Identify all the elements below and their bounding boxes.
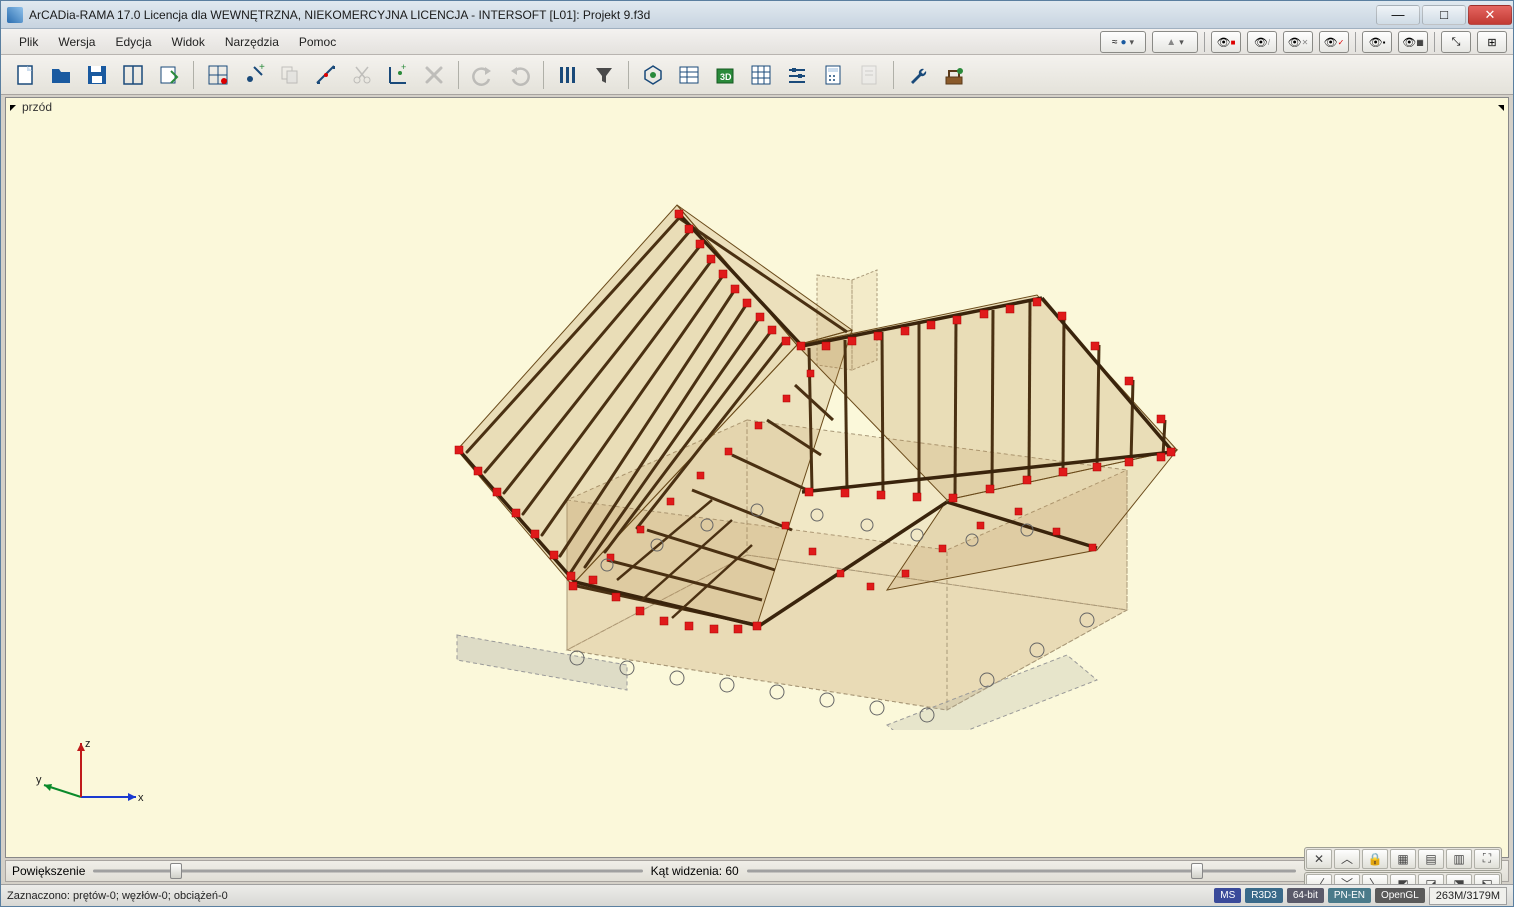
open-file-button[interactable] bbox=[45, 59, 77, 91]
coord-button[interactable]: + bbox=[382, 59, 414, 91]
minimize-button[interactable]: — bbox=[1376, 5, 1420, 25]
table-button[interactable] bbox=[673, 59, 705, 91]
sections-button[interactable] bbox=[552, 59, 584, 91]
undo-button[interactable] bbox=[467, 59, 499, 91]
status-chip-r3d3: R3D3 bbox=[1245, 888, 1283, 903]
redo-button[interactable] bbox=[503, 59, 535, 91]
settings-sliders-button[interactable] bbox=[781, 59, 813, 91]
copy-button[interactable] bbox=[274, 59, 306, 91]
visibility-btn-4[interactable]: 👁✓ bbox=[1319, 31, 1349, 53]
status-chip-opengl: OpenGL bbox=[1375, 888, 1425, 903]
menu-wersja[interactable]: Wersja bbox=[48, 32, 105, 52]
app-icon bbox=[7, 7, 23, 23]
wrench-button[interactable] bbox=[902, 59, 934, 91]
status-chip-64bit: 64-bit bbox=[1287, 888, 1324, 903]
main-toolbar: + + 3D bbox=[1, 55, 1513, 95]
axes-gizmo: x y z bbox=[36, 737, 146, 837]
filter-button[interactable] bbox=[588, 59, 620, 91]
analyze-button[interactable] bbox=[637, 59, 669, 91]
angle-slider-thumb[interactable] bbox=[1191, 863, 1203, 879]
calc-button[interactable] bbox=[817, 59, 849, 91]
nav-grid2-button[interactable]: ▤ bbox=[1418, 849, 1444, 869]
bottom-controls: Powiększenie Kąt widzenia: 60 ✕ ︿ 🔒 ▦ ▤ … bbox=[5, 860, 1509, 882]
export-button[interactable] bbox=[153, 59, 185, 91]
view-arrow-tl-icon bbox=[10, 105, 16, 111]
save-button[interactable] bbox=[81, 59, 113, 91]
axis-y-label: y bbox=[36, 774, 42, 786]
view-label: przód bbox=[22, 100, 52, 114]
grid-snap-button[interactable] bbox=[202, 59, 234, 91]
nav-up-button[interactable]: ︿ bbox=[1334, 849, 1360, 869]
nav-crosshair-button[interactable]: ✕ bbox=[1306, 849, 1332, 869]
measure-button[interactable] bbox=[310, 59, 342, 91]
grid-toggle-btn[interactable]: ⊞ bbox=[1477, 31, 1507, 53]
menu-plik[interactable]: Plik bbox=[9, 32, 48, 52]
zoom-slider[interactable] bbox=[93, 863, 642, 879]
filter-dropdown-1[interactable]: ≈● bbox=[1100, 31, 1146, 53]
visibility-btn-5[interactable]: 👁▪ bbox=[1362, 31, 1392, 53]
new-file-button[interactable] bbox=[9, 59, 41, 91]
window-title: ArCADia-RAMA 17.0 Licencja dla WEWNĘTRZN… bbox=[29, 8, 650, 22]
nav-row-top: ✕ ︿ 🔒 ▦ ▤ ▥ ⛶ bbox=[1304, 847, 1502, 871]
zoom-slider-thumb[interactable] bbox=[170, 863, 182, 879]
titlebar: ArCADia-RAMA 17.0 Licencja dla WEWNĘTRZN… bbox=[1, 1, 1513, 29]
menu-narzedzia[interactable]: Narzędzia bbox=[215, 32, 289, 52]
viewport-3d[interactable]: przód bbox=[5, 97, 1509, 858]
app-window: ArCADia-RAMA 17.0 Licencja dla WEWNĘTRZN… bbox=[0, 0, 1514, 907]
axis-x-label: x bbox=[138, 792, 144, 804]
viewport-container: przód bbox=[1, 95, 1513, 906]
nav-fit-button[interactable]: ⛶ bbox=[1474, 849, 1500, 869]
layout-button[interactable] bbox=[117, 59, 149, 91]
expand-btn[interactable]: ⤡ bbox=[1441, 31, 1471, 53]
filter-dropdown-2[interactable]: ▲ bbox=[1152, 31, 1198, 53]
spreadsheet-button[interactable] bbox=[745, 59, 777, 91]
visibility-btn-2[interactable]: 👁/ bbox=[1247, 31, 1277, 53]
view-arrow-tr-icon bbox=[1498, 105, 1504, 111]
tools-button[interactable] bbox=[938, 59, 970, 91]
statusbar: Zaznaczono: prętów-0; węzłów-0; obciążeń… bbox=[1, 884, 1513, 906]
status-memory: 263M/3179M bbox=[1429, 887, 1507, 905]
svg-text:+: + bbox=[259, 63, 265, 73]
right-toolbar: ≈● ▲ 👁■ 👁/ 👁✕ 👁✓ 👁▪ 👁▦ ⤡ ⊞ bbox=[1100, 29, 1507, 55]
report-button[interactable] bbox=[853, 59, 885, 91]
visibility-btn-6[interactable]: 👁▦ bbox=[1398, 31, 1428, 53]
close-button[interactable]: ✕ bbox=[1468, 5, 1512, 25]
nav-lock-button[interactable]: 🔒 bbox=[1362, 849, 1388, 869]
menu-widok[interactable]: Widok bbox=[162, 32, 215, 52]
cut-button[interactable] bbox=[346, 59, 378, 91]
svg-text:+: + bbox=[401, 63, 406, 72]
status-chip-ms: MS bbox=[1214, 888, 1241, 903]
maximize-button[interactable]: □ bbox=[1422, 5, 1466, 25]
visibility-btn-1[interactable]: 👁■ bbox=[1211, 31, 1241, 53]
delete-button[interactable] bbox=[418, 59, 450, 91]
nav-grid1-button[interactable]: ▦ bbox=[1390, 849, 1416, 869]
visibility-btn-3[interactable]: 👁✕ bbox=[1283, 31, 1313, 53]
axis-z-label: z bbox=[85, 738, 91, 750]
svg-text:3D: 3D bbox=[720, 72, 732, 82]
nav-grid3-button[interactable]: ▥ bbox=[1446, 849, 1472, 869]
menu-pomoc[interactable]: Pomoc bbox=[289, 32, 346, 52]
view-3d-button[interactable]: 3D bbox=[709, 59, 741, 91]
model-3d bbox=[307, 170, 1207, 730]
add-node-button[interactable]: + bbox=[238, 59, 270, 91]
menu-edycja[interactable]: Edycja bbox=[105, 32, 161, 52]
angle-label: Kąt widzenia: 60 bbox=[651, 864, 739, 878]
status-chip-pnen: PN-EN bbox=[1328, 888, 1371, 903]
selection-status: Zaznaczono: prętów-0; węzłów-0; obciążeń… bbox=[7, 890, 228, 902]
zoom-label: Powiększenie bbox=[12, 864, 85, 878]
angle-slider[interactable] bbox=[747, 863, 1296, 879]
